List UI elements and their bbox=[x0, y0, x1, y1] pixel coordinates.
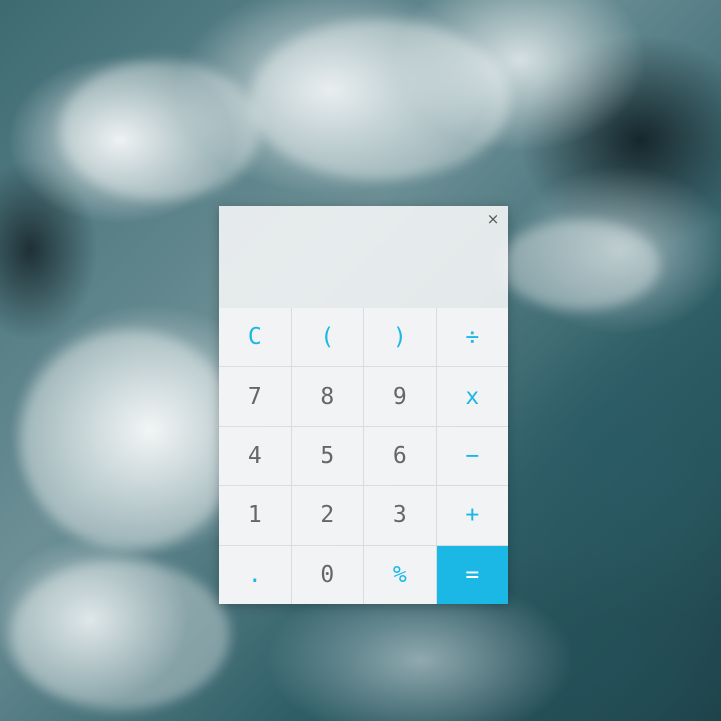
clear-key[interactable]: C bbox=[219, 308, 291, 367]
digit-3-key[interactable]: 3 bbox=[364, 486, 436, 545]
subtract-key[interactable]: − bbox=[436, 426, 508, 486]
open-paren-key[interactable]: ( bbox=[291, 308, 363, 367]
digit-5-key[interactable]: 5 bbox=[291, 426, 363, 486]
decimal-key[interactable]: . bbox=[219, 545, 291, 604]
digit-8-key[interactable]: 8 bbox=[291, 367, 363, 426]
calculator-window: × C() ÷ 7 8 9 x 4 5 6− 1 2 3 +. 0% = bbox=[219, 206, 508, 604]
equals-key[interactable]: = bbox=[436, 545, 508, 604]
close-paren-key[interactable]: ) bbox=[364, 308, 436, 367]
wallpaper-foam bbox=[500, 220, 660, 310]
wallpaper-foam bbox=[10, 560, 230, 710]
multiply-key[interactable]: x bbox=[436, 367, 508, 426]
digit-0-key[interactable]: 0 bbox=[291, 545, 363, 604]
digit-6-key[interactable]: 6 bbox=[364, 426, 436, 486]
wallpaper-foam bbox=[250, 20, 510, 180]
calculator-keypad: C() ÷ 7 8 9 x 4 5 6− 1 2 3 +. 0% = bbox=[219, 308, 508, 604]
digit-9-key[interactable]: 9 bbox=[364, 367, 436, 426]
digit-1-key[interactable]: 1 bbox=[219, 486, 291, 545]
digit-2-key[interactable]: 2 bbox=[291, 486, 363, 545]
percent-key[interactable]: % bbox=[364, 545, 436, 604]
digit-7-key[interactable]: 7 bbox=[219, 367, 291, 426]
wallpaper-foam bbox=[60, 60, 260, 200]
wallpaper-foam bbox=[20, 330, 240, 550]
divide-key[interactable]: ÷ bbox=[436, 308, 508, 367]
calculator-display bbox=[219, 228, 508, 308]
close-icon[interactable]: × bbox=[484, 210, 502, 228]
digit-4-key[interactable]: 4 bbox=[219, 426, 291, 486]
add-key[interactable]: + bbox=[436, 486, 508, 545]
